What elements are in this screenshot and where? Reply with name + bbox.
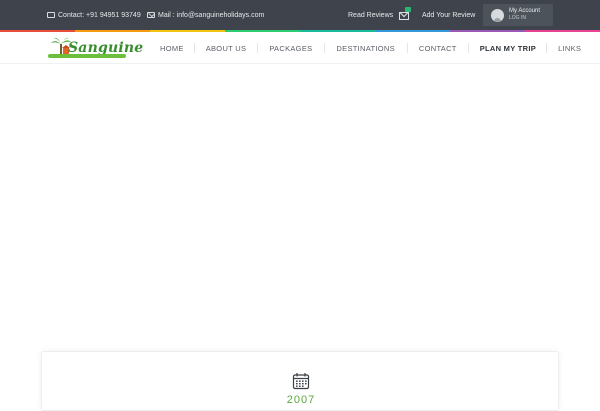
nav-plan-my-trip[interactable]: PLAN MY TRIP <box>480 44 536 53</box>
phone-icon <box>47 12 55 18</box>
timeline-year: 2007 <box>286 394 316 406</box>
nav-divider <box>193 43 195 53</box>
nav-divider <box>467 43 469 53</box>
mail-text[interactable]: Mail : info@sanguineholidays.com <box>158 12 264 19</box>
logo-grass <box>48 54 126 58</box>
add-review-link[interactable]: Add Your Review <box>422 0 475 30</box>
account-button[interactable]: My Account LOG IN <box>483 4 553 26</box>
notification-badge <box>405 7 411 12</box>
nav-destinations[interactable]: DESTINATIONS <box>336 44 394 53</box>
nav-contact[interactable]: CONTACT <box>419 44 457 53</box>
nav-links[interactable]: LINKS <box>558 44 581 53</box>
reviews-envelope-icon[interactable] <box>399 0 409 30</box>
contact-info: Contact: +91 94951 93749 <box>47 0 141 30</box>
nav-divider <box>546 43 548 53</box>
nav-home[interactable]: HOME <box>160 44 184 53</box>
primary-nav: HOME ABOUT US PACKAGES DESTINATIONS CONT… <box>146 32 581 64</box>
nav-divider <box>324 43 326 53</box>
account-title: My Account <box>509 8 541 14</box>
avatar-icon <box>491 8 504 22</box>
mail-info[interactable]: Mail : info@sanguineholidays.com <box>147 0 264 30</box>
nav-divider <box>257 43 259 53</box>
login-label[interactable]: LOG IN <box>509 15 540 22</box>
contact-text: Contact: +91 94951 93749 <box>58 11 141 19</box>
calendar-icon <box>292 373 310 390</box>
email-icon <box>147 12 155 18</box>
nav-packages[interactable]: PACKAGES <box>269 44 312 53</box>
read-reviews-link[interactable]: Read Reviews <box>348 0 393 30</box>
nav-divider <box>406 43 408 53</box>
account-labels: My Account LOG IN <box>509 8 540 22</box>
nav-about-us[interactable]: ABOUT US <box>206 44 247 53</box>
site-logo[interactable]: Sanguine <box>48 36 143 62</box>
timeline-card: 2007 <box>41 351 559 411</box>
top-bar: Contact: +91 94951 93749 Mail : info@san… <box>0 0 600 30</box>
main-navbar: Sanguine HOME ABOUT US PACKAGES DESTINAT… <box>0 32 600 64</box>
